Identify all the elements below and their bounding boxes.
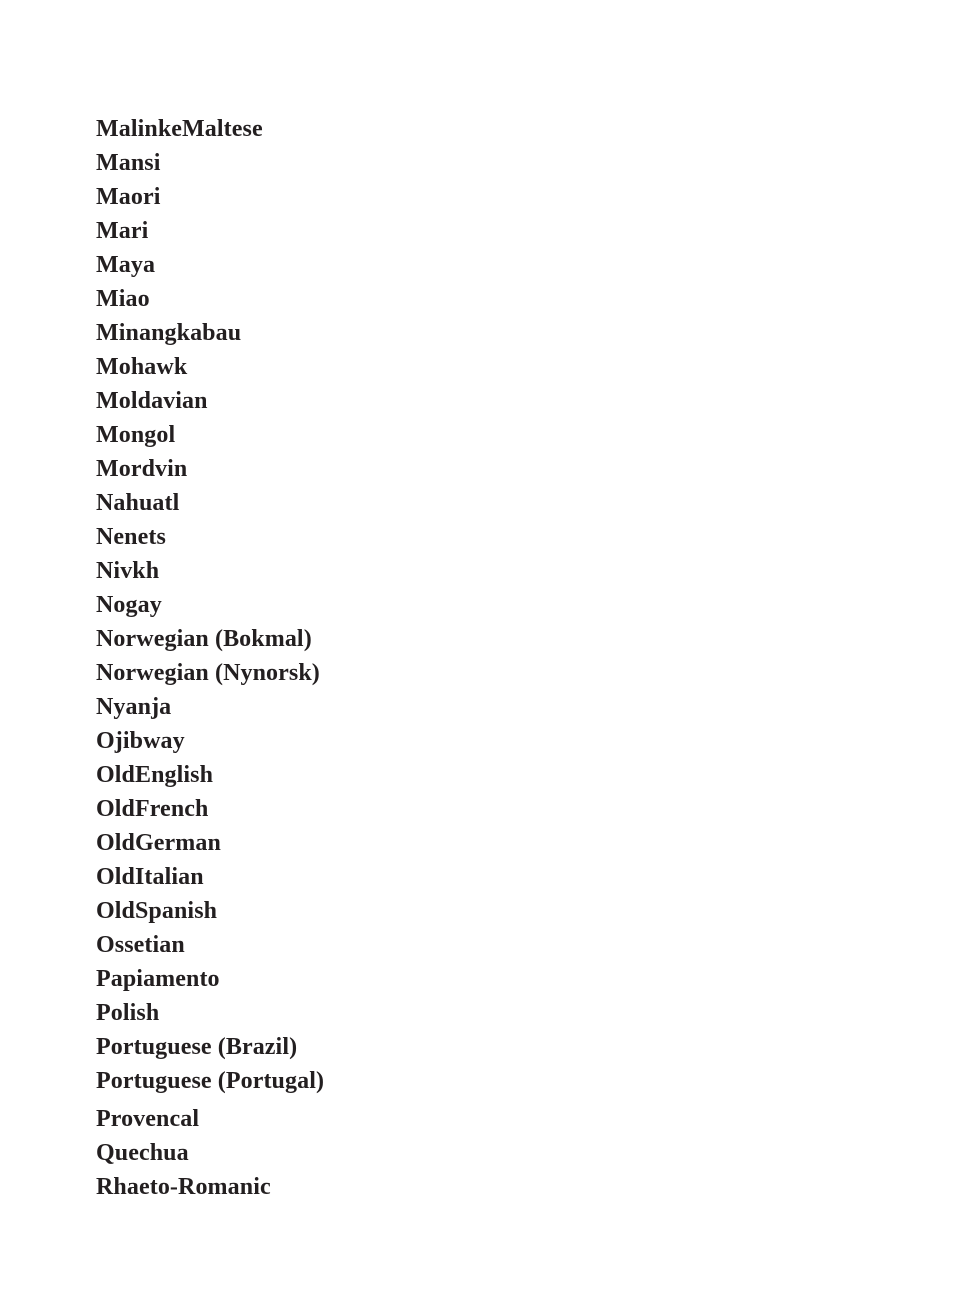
list-item: Nogay bbox=[96, 592, 162, 618]
list-item: Ossetian bbox=[96, 932, 185, 958]
list-item: Ojibway bbox=[96, 728, 185, 754]
list-item: Portuguese (Brazil) bbox=[96, 1034, 298, 1060]
document-page: MalinkeMaltese Mansi Maori Mari Maya Miao Mina… bbox=[0, 0, 954, 1315]
list-item: Portuguese (Portugal) bbox=[96, 1068, 325, 1094]
list-item: Moldavian bbox=[96, 388, 208, 414]
list-item: Maya bbox=[96, 252, 156, 278]
list-item: OldFrench bbox=[96, 796, 209, 822]
list-item: Mongol bbox=[96, 422, 176, 448]
list-item: Minangkabau bbox=[96, 320, 242, 346]
list-item: Miao bbox=[96, 286, 150, 312]
list-item: Nivkh bbox=[96, 558, 160, 584]
list-item: Mari bbox=[96, 218, 149, 244]
list-item: Polish bbox=[96, 1000, 160, 1026]
list-item: OldGerman bbox=[96, 830, 221, 856]
list-item: Nenets bbox=[96, 524, 166, 550]
list-item: Mohawk bbox=[96, 354, 188, 380]
list-item: Rhaeto-Romanic bbox=[96, 1174, 271, 1200]
list-item: Norwegian (Bokmal) bbox=[96, 626, 312, 652]
list-item: Mansi bbox=[96, 150, 161, 176]
list-item: Norwegian (Nynorsk) bbox=[96, 660, 320, 686]
list-item: OldSpanish bbox=[96, 898, 218, 924]
list-item: OldItalian bbox=[96, 864, 204, 890]
list-item: Nyanja bbox=[96, 694, 172, 720]
language-list: MalinkeMaltese Mansi Maori Mari Maya Miao Mina… bbox=[96, 112, 914, 1204]
list-item: Provencal bbox=[96, 1106, 200, 1132]
list-item: Maori bbox=[96, 184, 161, 210]
list-item: MalinkeMaltese bbox=[96, 116, 263, 142]
list-item: Mordvin bbox=[96, 456, 188, 482]
list-item: Papiamento bbox=[96, 966, 220, 992]
list-item: Quechua bbox=[96, 1140, 189, 1166]
list-item: Nahuatl bbox=[96, 490, 180, 516]
list-item: OldEnglish bbox=[96, 762, 214, 788]
